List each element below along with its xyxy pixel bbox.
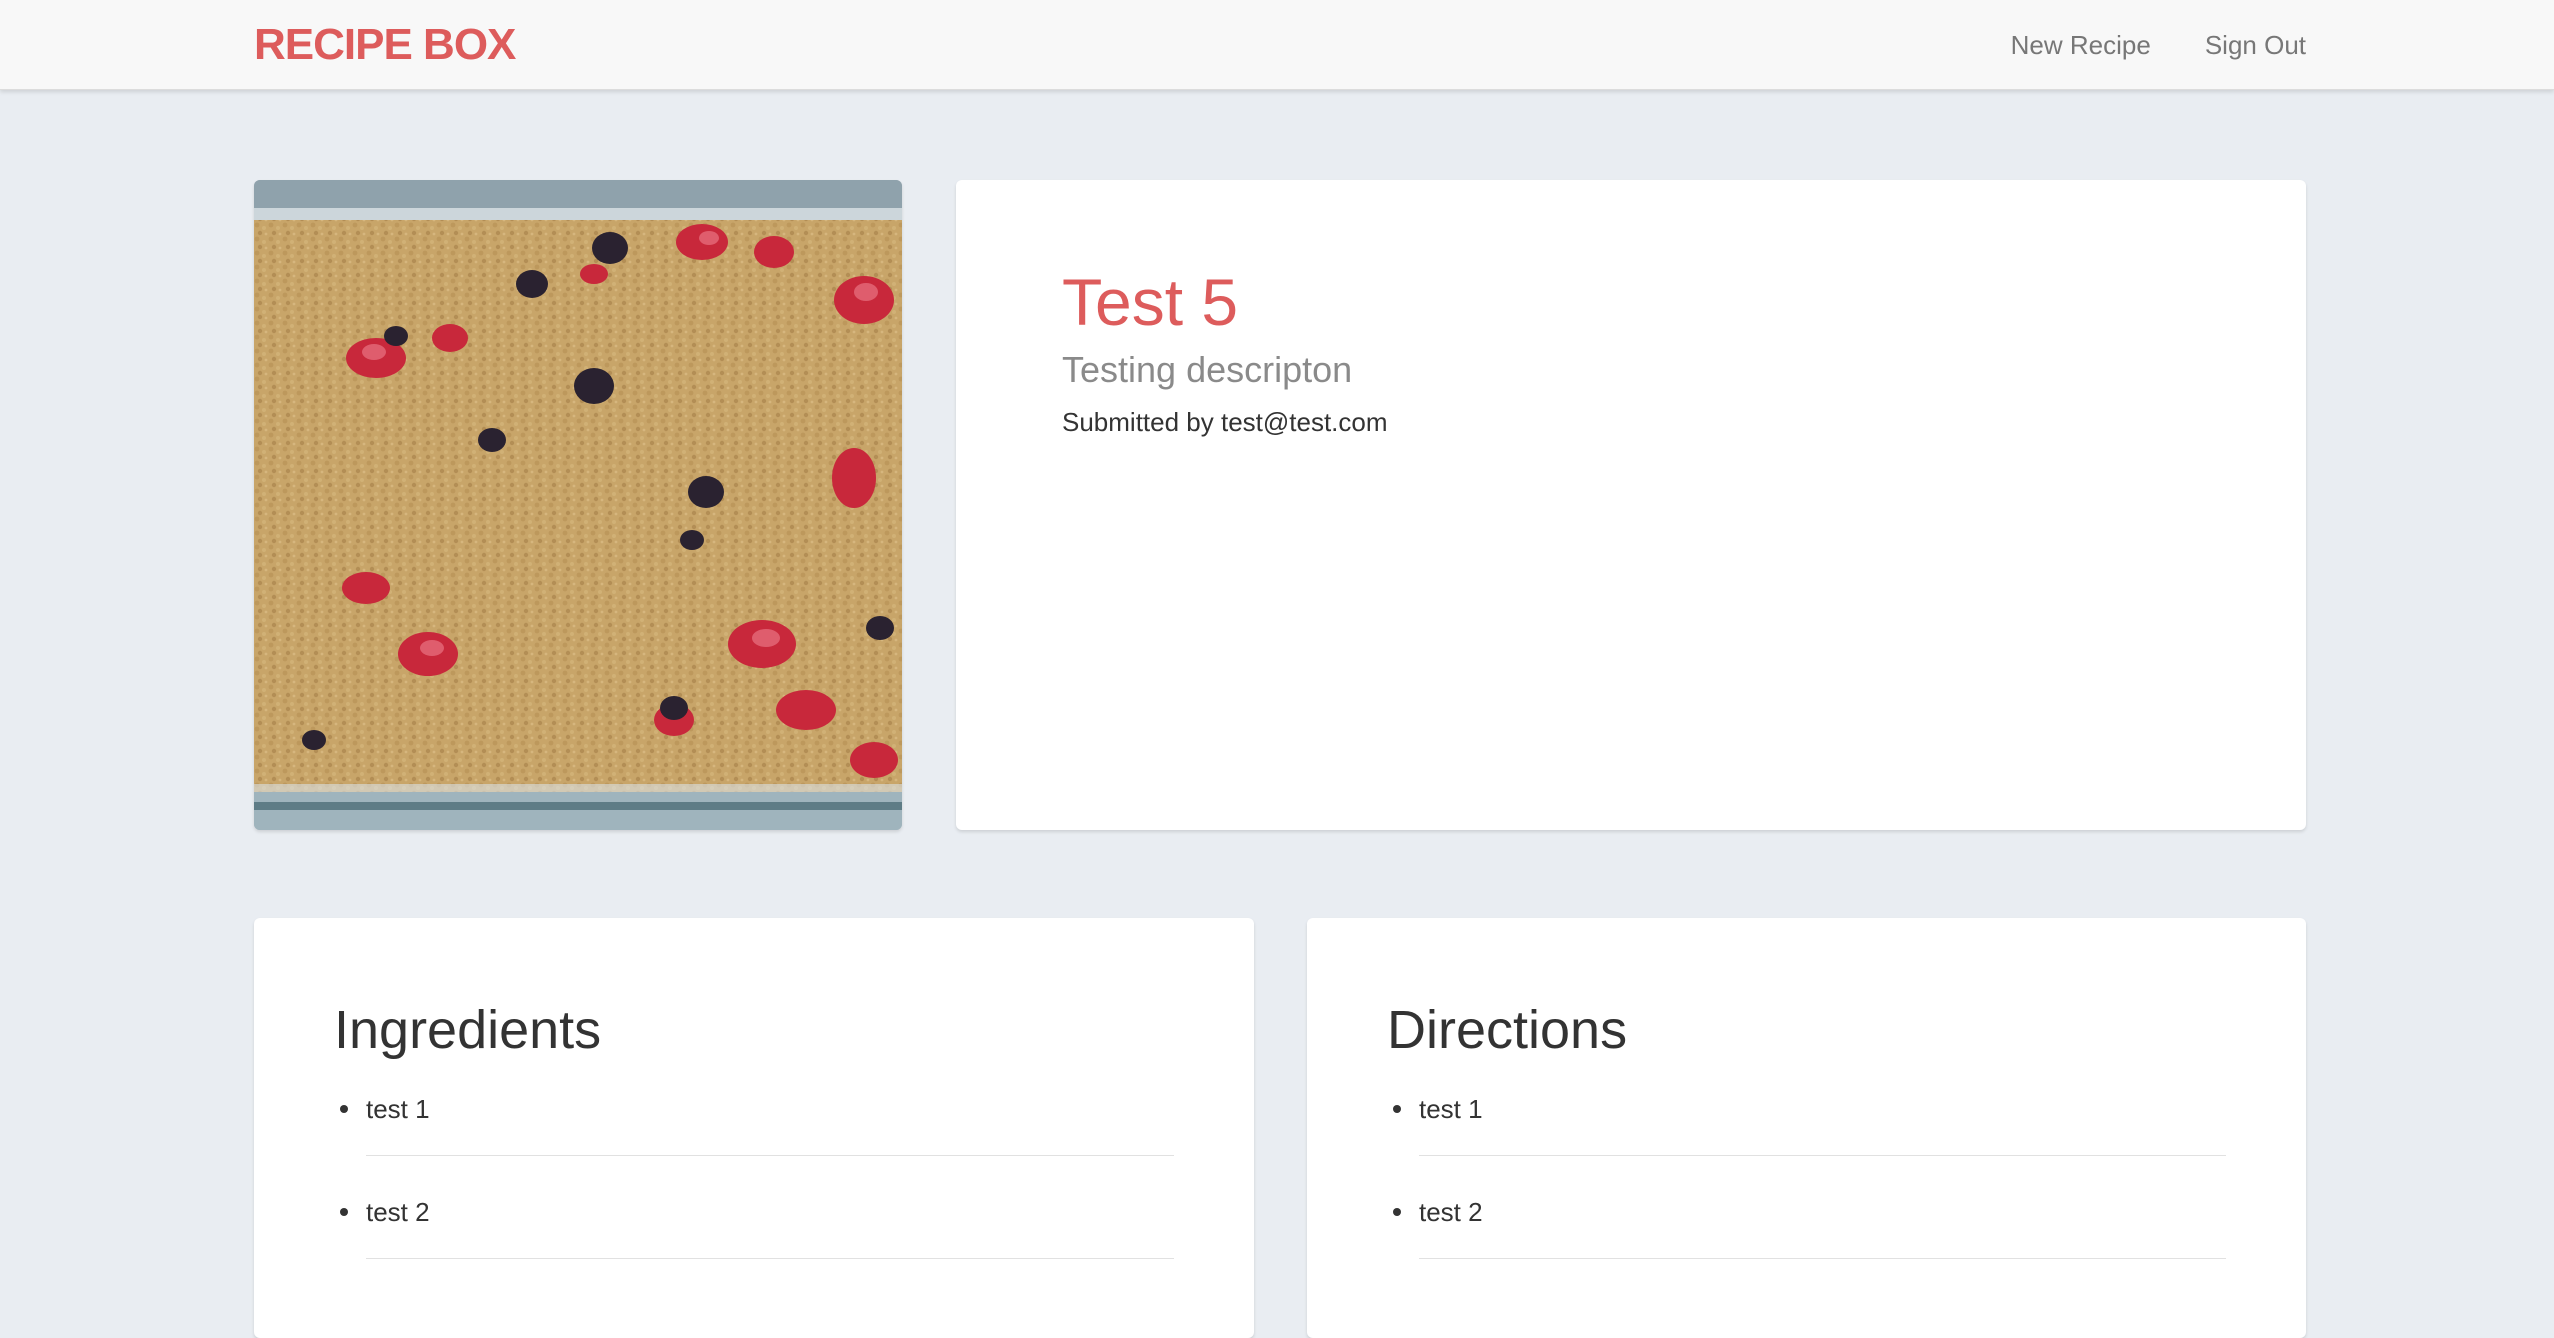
- direction-item: test 2: [1393, 1184, 2226, 1259]
- bullet-icon: [1393, 1207, 1401, 1216]
- direction-text: test 1: [1419, 1093, 1483, 1124]
- recipe-info-card: Test 5 Testing descripton Submitted by t…: [956, 180, 2306, 830]
- bullet-icon: [340, 1207, 348, 1216]
- ingredients-heading: Ingredients: [334, 1000, 602, 1060]
- top-navbar: RECIPE BOX New Recipe Sign Out: [0, 0, 2554, 90]
- bullet-icon: [1393, 1104, 1401, 1113]
- directions-card: Directions test 1 test 2: [1307, 918, 2306, 1338]
- sign-out-link[interactable]: Sign Out: [2205, 30, 2306, 61]
- crumble-image-graphic: [254, 180, 902, 830]
- ingredient-text: test 2: [366, 1196, 430, 1227]
- directions-heading: Directions: [1387, 1000, 1628, 1060]
- ingredient-item: test 1: [340, 1081, 1174, 1156]
- ingredients-list: test 1 test 2: [334, 1081, 1174, 1259]
- new-recipe-link[interactable]: New Recipe: [2011, 30, 2151, 61]
- directions-list: test 1 test 2: [1387, 1081, 2226, 1259]
- ingredients-card: Ingredients test 1 test 2: [254, 918, 1254, 1338]
- direction-text: test 2: [1419, 1196, 1483, 1227]
- recipe-image: [254, 180, 902, 830]
- nav-links: New Recipe Sign Out: [2011, 0, 2306, 90]
- bullet-icon: [340, 1104, 348, 1113]
- brand-logo-link[interactable]: RECIPE BOX: [254, 0, 516, 90]
- recipe-description: Testing descripton: [1062, 348, 1353, 390]
- submitted-by-text: Submitted by test@test.com: [1062, 406, 1388, 437]
- recipe-title: Test 5: [1062, 265, 1239, 339]
- direction-item: test 1: [1393, 1081, 2226, 1156]
- ingredient-item: test 2: [340, 1184, 1174, 1259]
- ingredient-text: test 1: [366, 1093, 430, 1124]
